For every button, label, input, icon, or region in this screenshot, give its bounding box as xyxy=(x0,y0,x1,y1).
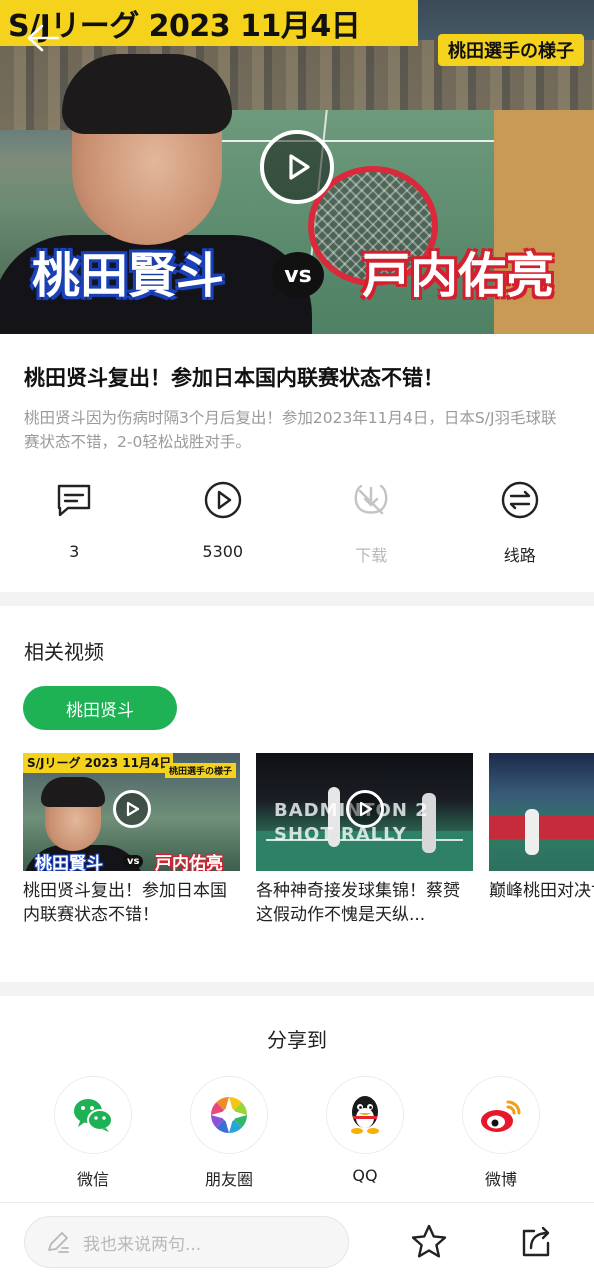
share-moments[interactable]: 朋友圈 xyxy=(174,1076,284,1190)
thumb-tag: 桃田選手の様子 xyxy=(164,763,236,778)
share-qq[interactable]: QQ xyxy=(310,1076,420,1190)
share-wechat[interactable]: 微信 xyxy=(38,1076,148,1190)
video-title: 桃田贤斗复出！参加日本国内联赛状态不错！ xyxy=(24,366,444,390)
related-heading: 相关视频 xyxy=(24,640,104,664)
thumb-vs: vs xyxy=(123,855,144,868)
wechat-icon xyxy=(74,1099,113,1132)
comment-placeholder: 我也来说两句... xyxy=(83,1234,202,1255)
card-title[interactable]: 桃田贤斗复出！参加日本国内联赛状态不错！ xyxy=(23,879,240,927)
download-button[interactable]: 下载 xyxy=(297,480,446,570)
share-weibo-label: 微博 xyxy=(484,1170,517,1189)
qq-icon xyxy=(351,1096,379,1134)
player-left-name: 桃田賢斗 xyxy=(32,248,225,304)
share-wechat-label: 微信 xyxy=(76,1170,109,1189)
related-card[interactable]: S/Jリーグ 2023 11月4日 桃田選手の様子 桃田賢斗 vs 戸内佑亮 桃… xyxy=(23,753,240,963)
pencil-icon xyxy=(48,1232,69,1253)
section-divider xyxy=(0,982,594,996)
share-targets: 微信 朋友圈 QQ 微博 xyxy=(0,1076,594,1190)
share-button[interactable] xyxy=(516,1221,558,1263)
thumb-left-name: 桃田賢斗 xyxy=(35,854,103,871)
card-thumbnail[interactable]: BADMINTON 2 SHOT RALLY xyxy=(256,753,473,871)
related-card[interactable]: 巅峰桃田对决世锦赛决赛 xyxy=(489,753,594,963)
play-icon xyxy=(359,801,372,817)
comment-input[interactable]: 我也来说两句... xyxy=(24,1216,349,1268)
action-row: 3 5300 下载 线路 xyxy=(0,480,594,570)
video-player[interactable]: S/Jリーグ 2023 11月4日 桃田選手の様子 桃田賢斗 vs 戸内佑亮 xyxy=(0,0,594,334)
share-qq-label: QQ xyxy=(352,1166,378,1185)
comment-icon xyxy=(58,484,91,517)
play-icon xyxy=(289,154,310,180)
related-cards: S/Jリーグ 2023 11月4日 桃田選手の様子 桃田賢斗 vs 戸内佑亮 桃… xyxy=(23,753,594,963)
share-icon xyxy=(522,1226,550,1257)
share-heading: 分享到 xyxy=(267,1028,327,1052)
play-count: 5300 xyxy=(202,542,244,561)
vs-badge: vs xyxy=(272,252,324,298)
video-banner-tag: 桃田選手の様子 xyxy=(438,34,584,66)
back-arrow-icon xyxy=(27,24,60,52)
video-description: 桃田贤斗因为伤病时隔3个月后复出！参加2023年11月4日，日本S/J羽毛球联赛… xyxy=(24,409,557,451)
moments-icon xyxy=(211,1097,247,1133)
play-count-button[interactable]: 5300 xyxy=(149,480,298,570)
star-icon xyxy=(411,1224,447,1258)
video-info: 桃田贤斗复出！参加日本国内联赛状态不错！ 桃田贤斗因为伤病时隔3个月后复出！参加… xyxy=(0,334,594,592)
tag-chip-player[interactable]: 桃田贤斗 xyxy=(23,686,177,730)
play-button[interactable] xyxy=(260,130,334,204)
share-moments-label: 朋友圈 xyxy=(204,1170,253,1189)
card-thumbnail[interactable]: S/Jリーグ 2023 11月4日 桃田選手の様子 桃田賢斗 vs 戸内佑亮 xyxy=(23,753,240,871)
comment-count: 3 xyxy=(69,542,80,561)
route-icon xyxy=(501,481,538,519)
bottom-bar: 我也来说两句... xyxy=(0,1202,594,1280)
weibo-icon xyxy=(481,1100,521,1132)
play-icon xyxy=(126,801,139,817)
route-button[interactable]: 线路 xyxy=(446,480,594,570)
share-weibo[interactable]: 微博 xyxy=(446,1076,556,1190)
section-divider xyxy=(0,592,594,606)
share-panel: 分享到 微信 朋友圈 QQ 微博 xyxy=(0,996,594,1200)
card-play-button[interactable] xyxy=(345,790,384,828)
thumb-right-name: 戸内佑亮 xyxy=(155,854,223,871)
play-count-icon xyxy=(204,481,241,519)
card-title[interactable]: 各种神奇接发球集锦！蔡赟这假动作不愧是天纵... xyxy=(256,879,473,927)
related-videos: 相关视频 桃田贤斗 S/Jリーグ 2023 11月4日 桃田選手の様子 桃田賢斗… xyxy=(0,606,594,980)
related-card[interactable]: BADMINTON 2 SHOT RALLY 各种神奇接发球集锦！蔡赟这假动作不… xyxy=(256,753,473,963)
download-icon xyxy=(354,484,388,515)
favorite-button[interactable] xyxy=(408,1221,450,1263)
comment-count-button[interactable]: 3 xyxy=(0,480,149,570)
thumb-banner: S/Jリーグ 2023 11月4日 xyxy=(23,753,173,773)
card-play-button[interactable] xyxy=(112,790,151,828)
route-label: 线路 xyxy=(503,546,536,565)
download-label: 下载 xyxy=(355,546,388,565)
back-button[interactable] xyxy=(20,18,64,58)
card-thumbnail[interactable] xyxy=(489,753,594,871)
card-title[interactable]: 巅峰桃田对决世锦赛决赛 xyxy=(489,879,594,927)
player-right-name: 戸内佑亮 xyxy=(362,248,555,304)
